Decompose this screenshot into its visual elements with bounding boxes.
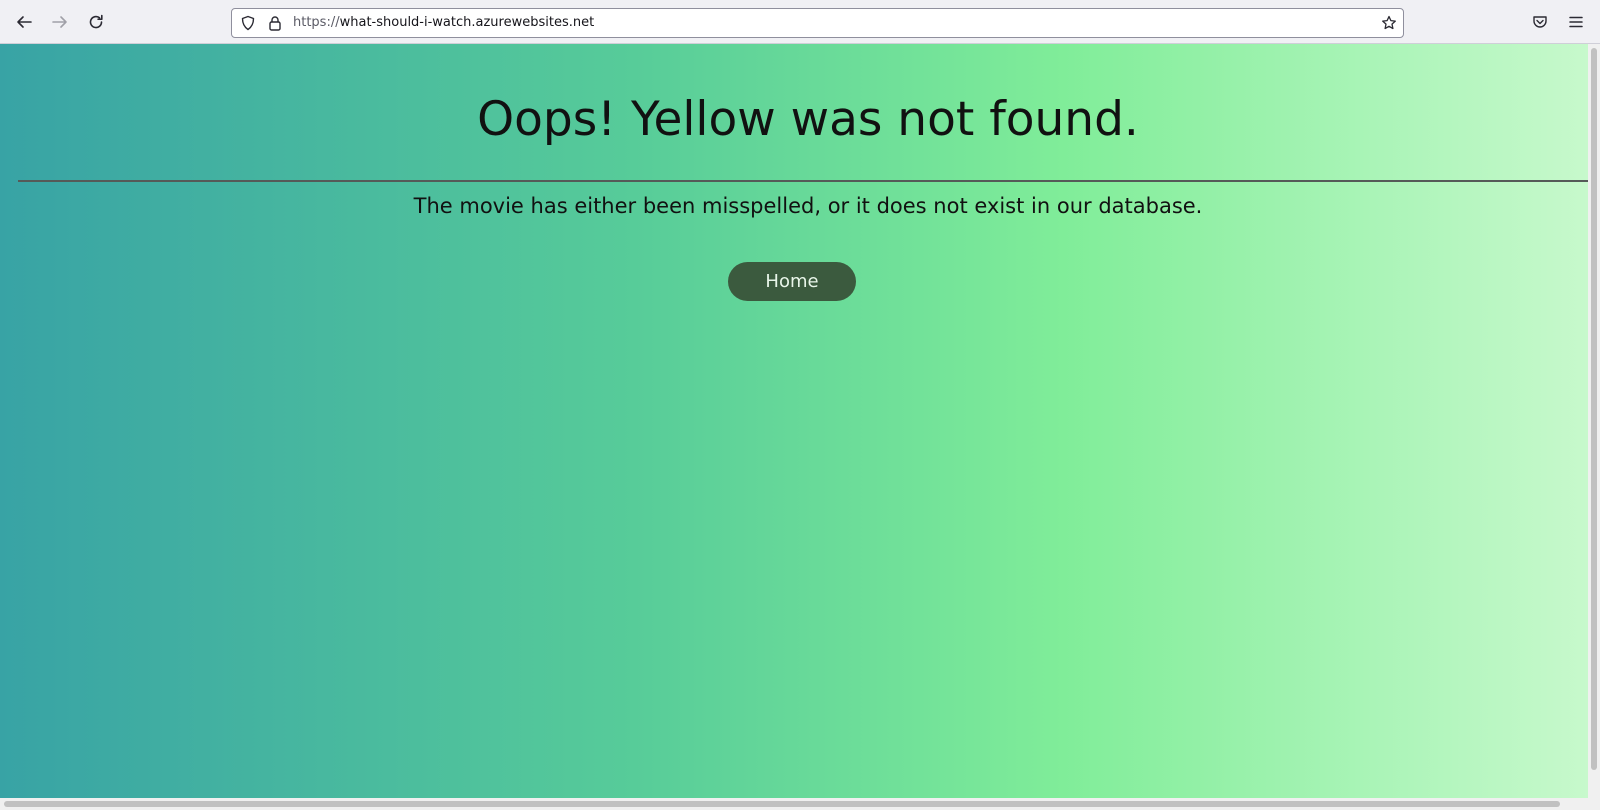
browser-toolbar: https://what-should-i-watch.azurewebsite… [0,0,1600,44]
forward-button[interactable] [45,7,75,37]
forward-arrow-icon [52,16,67,28]
url-scheme: https:// [293,15,340,30]
lock-icon[interactable] [267,15,283,31]
divider [18,180,1588,182]
url-text[interactable]: https://what-should-i-watch.azurewebsite… [293,15,594,30]
horizontal-scrollbar[interactable] [0,798,1600,810]
horizontal-scrollbar-thumb[interactable] [4,801,1560,807]
vertical-scrollbar-thumb[interactable] [1591,48,1597,770]
home-button[interactable]: Home [728,262,856,301]
menu-button[interactable] [1561,7,1591,37]
pocket-icon [1533,16,1547,28]
menu-icon [1569,16,1583,28]
reload-button[interactable] [81,7,111,37]
url-bar[interactable]: https://what-should-i-watch.azurewebsite… [231,8,1404,38]
page-viewport: Oops! Yellow was not found. The movie ha… [0,44,1588,798]
pocket-button[interactable] [1525,7,1555,37]
page-title: Oops! Yellow was not found. [477,92,1139,147]
error-message: The movie has either been misspelled, or… [413,194,1203,218]
vertical-scrollbar[interactable] [1588,44,1600,798]
back-arrow-icon [17,16,32,28]
back-button[interactable] [9,7,39,37]
url-host: what-should-i-watch.azurewebsites.net [339,15,595,30]
star-icon[interactable] [1381,15,1397,31]
shield-icon[interactable] [240,15,256,31]
reload-icon [89,14,103,29]
